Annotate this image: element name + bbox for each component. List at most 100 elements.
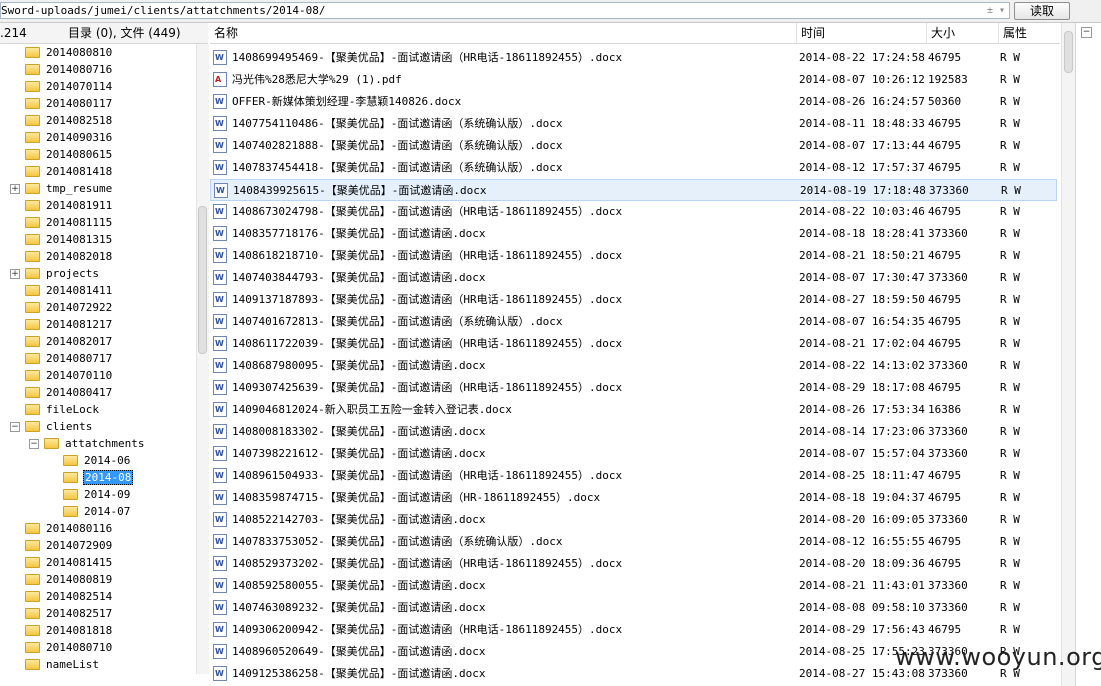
tree-node[interactable]: 2014-09 bbox=[63, 486, 131, 503]
file-row[interactable]: 1408687980095-【聚美优品】-面试邀请函.docx 2014-08-2… bbox=[210, 355, 1057, 377]
tree-node[interactable]: fileLock bbox=[25, 401, 100, 418]
file-row[interactable]: 1408529373202-【聚美优品】-面试邀请函（HR电话-18611892… bbox=[210, 553, 1057, 575]
folder-icon bbox=[25, 625, 40, 636]
file-row[interactable]: 1408618218710-【聚美优品】-面试邀请函（HR电话-18611892… bbox=[210, 245, 1057, 267]
tree-node-label: 2014081911 bbox=[46, 199, 113, 212]
path-dropdown-icon[interactable]: ± ▾ bbox=[975, 3, 1005, 18]
file-row[interactable]: 1408592580055-【聚美优品】-面试邀请函.docx 2014-08-2… bbox=[210, 575, 1057, 597]
file-row[interactable]: 1408699495469-【聚美优品】-面试邀请函（HR电话-18611892… bbox=[210, 47, 1057, 69]
file-row[interactable]: OFFER-新媒体策划经理-李慧颖140826.docx 2014-08-26 1… bbox=[210, 91, 1057, 113]
collapse-icon[interactable]: − bbox=[29, 439, 39, 449]
file-size: 46795 bbox=[928, 491, 962, 504]
file-size: 50360 bbox=[928, 95, 962, 108]
file-row[interactable]: 1407837454418-【聚美优品】-面试邀请函（系统确认版）.docx 20… bbox=[210, 157, 1057, 179]
tree-scrollbar[interactable] bbox=[196, 44, 209, 674]
file-row[interactable]: 1408357718176-【聚美优品】-面试邀请函.docx 2014-08-1… bbox=[210, 223, 1057, 245]
tree-node[interactable]: 2014082517 bbox=[25, 605, 113, 622]
file-row[interactable]: 1408359874715-【聚美优品】-面试邀请函（HR-1861189245… bbox=[210, 487, 1057, 509]
file-row[interactable]: 1408961504933-【聚美优品】-面试邀请函（HR电话-18611892… bbox=[210, 465, 1057, 487]
path-input[interactable]: Sword-uploads/jumei/clients/attatchments… bbox=[0, 2, 1010, 19]
file-row[interactable]: 1408611722039-【聚美优品】-面试邀请函（HR电话-18611892… bbox=[210, 333, 1057, 355]
tree-node-label: 2014081415 bbox=[46, 556, 113, 569]
column-name[interactable]: 名称 bbox=[210, 23, 796, 43]
collapse-icon[interactable]: − bbox=[10, 422, 20, 432]
tree-node[interactable]: 2014080717 bbox=[25, 350, 113, 367]
tree-node[interactable]: 2014080117 bbox=[25, 95, 113, 112]
expand-icon[interactable]: + bbox=[10, 184, 20, 194]
folder-icon bbox=[63, 472, 78, 483]
file-list-scroll-thumb[interactable] bbox=[1064, 31, 1073, 73]
file-size: 373360 bbox=[928, 227, 968, 240]
folder-icon bbox=[44, 438, 59, 449]
tree-node[interactable]: + tmp_resume bbox=[10, 180, 113, 197]
tree-node[interactable]: − clients bbox=[10, 418, 93, 435]
folder-icon bbox=[25, 251, 40, 262]
tree-node[interactable]: 2014080819 bbox=[25, 571, 113, 588]
tree-node[interactable]: 2014082017 bbox=[25, 333, 113, 350]
file-row[interactable]: 1407402821888-【聚美优品】-面试邀请函（系统确认版）.docx 20… bbox=[210, 135, 1057, 157]
expand-icon[interactable]: + bbox=[10, 269, 20, 279]
tree-node[interactable]: 2014080417 bbox=[25, 384, 113, 401]
side-panel: − bbox=[1075, 23, 1101, 686]
tree-node[interactable]: 2014081818 bbox=[25, 622, 113, 639]
tree-node[interactable]: 2014090316 bbox=[25, 129, 113, 146]
file-list-scrollbar[interactable] bbox=[1061, 23, 1075, 686]
tree-node-label: 2014-06 bbox=[84, 454, 131, 467]
column-time[interactable]: 时间 bbox=[796, 23, 926, 43]
tree-node[interactable]: + projects bbox=[10, 265, 100, 282]
tree-node[interactable]: 2014081315 bbox=[25, 231, 113, 248]
file-row[interactable]: 1407398221612-【聚美优品】-面试邀请函.docx 2014-08-0… bbox=[210, 443, 1057, 465]
file-row[interactable]: 1408439925615-【聚美优品】-面试邀请函.docx 2014-08-1… bbox=[210, 179, 1057, 201]
tree-node[interactable]: nameList bbox=[25, 656, 100, 673]
file-row[interactable]: 1407833753052-【聚美优品】-面试邀请函（系统确认版）.docx 20… bbox=[210, 531, 1057, 553]
tree-scroll-thumb[interactable] bbox=[198, 206, 207, 354]
tree-node-label: 2014082517 bbox=[46, 607, 113, 620]
tree-node[interactable]: 2014070110 bbox=[25, 367, 113, 384]
tree-node-label: 2014080116 bbox=[46, 522, 113, 535]
tree-node[interactable]: 2014081217 bbox=[25, 316, 113, 333]
file-size: 46795 bbox=[928, 293, 962, 306]
read-button[interactable]: 读取 bbox=[1014, 2, 1070, 20]
side-panel-collapse-icon[interactable]: − bbox=[1081, 27, 1092, 38]
file-name: 1408592580055-【聚美优品】-面试邀请函.docx bbox=[232, 579, 486, 592]
tree-node[interactable]: 2014081115 bbox=[25, 214, 113, 231]
tree-node[interactable]: 2014072922 bbox=[25, 299, 113, 316]
file-row[interactable]: 1407401672813-【聚美优品】-面试邀请函（系统确认版）.docx 20… bbox=[210, 311, 1057, 333]
tree-node-label: 2014-07 bbox=[84, 505, 131, 518]
file-row[interactable]: 1407463089232-【聚美优品】-面试邀请函.docx 2014-08-0… bbox=[210, 597, 1057, 619]
tree-node[interactable]: 2014080716 bbox=[25, 61, 113, 78]
tree-node[interactable]: 2014-06 bbox=[63, 452, 131, 469]
tree-node[interactable]: 2014082018 bbox=[25, 248, 113, 265]
column-attr[interactable]: 属性 bbox=[998, 23, 1060, 43]
file-row[interactable]: 1409306200942-【聚美优品】-面试邀请函（HR电话-18611892… bbox=[210, 619, 1057, 641]
tree-node[interactable]: 2014081411 bbox=[25, 282, 113, 299]
tree-node[interactable]: 2014080810 bbox=[25, 44, 113, 61]
tree-node[interactable]: 2014080710 bbox=[25, 639, 113, 656]
file-row[interactable]: 1409137187893-【聚美优品】-面试邀请函（HR电话-18611892… bbox=[210, 289, 1057, 311]
tree-node[interactable]: 2014082514 bbox=[25, 588, 113, 605]
file-row[interactable]: 1408522142703-【聚美优品】-面试邀请函.docx 2014-08-2… bbox=[210, 509, 1057, 531]
tree-node[interactable]: 2014-08 bbox=[63, 469, 134, 486]
tree-node[interactable]: 2014-07 bbox=[63, 503, 131, 520]
file-row[interactable]: 1407754110486-【聚美优品】-面试邀请函（系统确认版）.docx 20… bbox=[210, 113, 1057, 135]
file-name: 1407402821888-【聚美优品】-面试邀请函（系统确认版）.docx bbox=[232, 139, 563, 152]
file-row[interactable]: 冯光伟%28悉尼大学%29 (1).pdf 2014-08-07 10:26:12… bbox=[210, 69, 1057, 91]
tree-node[interactable]: 2014080116 bbox=[25, 520, 113, 537]
tree-node[interactable]: − attatchments bbox=[29, 435, 145, 452]
tree-node[interactable]: 2014070114 bbox=[25, 78, 113, 95]
file-row[interactable]: 1408673024798-【聚美优品】-面试邀请函（HR电话-18611892… bbox=[210, 201, 1057, 223]
tree-node[interactable]: 2014081415 bbox=[25, 554, 113, 571]
tree-node[interactable]: 2014080615 bbox=[25, 146, 113, 163]
folder-tree[interactable]: 2014080810 2014080716 2014070114 2014080117… bbox=[0, 44, 208, 686]
word-file-icon bbox=[213, 622, 227, 637]
tree-node[interactable]: 2014082518 bbox=[25, 112, 113, 129]
tree-node[interactable]: 2014072909 bbox=[25, 537, 113, 554]
column-size[interactable]: 大小 bbox=[926, 23, 998, 43]
tree-node[interactable]: 2014081418 bbox=[25, 163, 113, 180]
file-row[interactable]: 1407403844793-【聚美优品】-面试邀请函.docx 2014-08-0… bbox=[210, 267, 1057, 289]
file-row[interactable]: 1408008183302-【聚美优品】-面试邀请函.docx 2014-08-1… bbox=[210, 421, 1057, 443]
file-row[interactable]: 1409046812024-新入职员工五险一金转入登记表.docx 2014-08… bbox=[210, 399, 1057, 421]
host-fragment: .214 bbox=[0, 26, 27, 40]
tree-node[interactable]: 2014081911 bbox=[25, 197, 113, 214]
file-row[interactable]: 1409307425639-【聚美优品】-面试邀请函（HR电话-18611892… bbox=[210, 377, 1057, 399]
